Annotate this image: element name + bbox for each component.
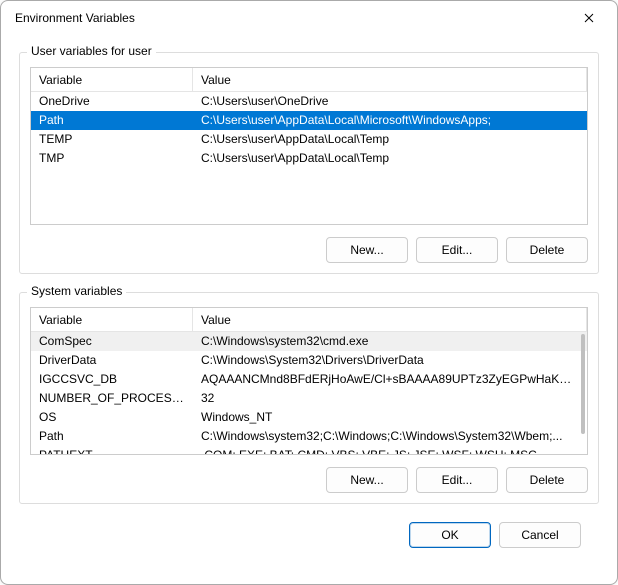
close-icon — [584, 13, 594, 23]
cell-variable: IGCCSVC_DB — [31, 370, 193, 389]
table-row[interactable]: ComSpecC:\Windows\system32\cmd.exe — [31, 332, 587, 351]
system-vars-group: System variables Variable Value ComSpecC… — [19, 292, 599, 504]
scrollbar-thumb[interactable] — [581, 334, 585, 434]
col-variable[interactable]: Variable — [31, 308, 193, 331]
table-row[interactable]: TEMPC:\Users\user\AppData\Local\Temp — [31, 130, 587, 149]
table-row[interactable]: OSWindows_NT — [31, 408, 587, 427]
cell-variable: Path — [31, 111, 193, 130]
user-vars-group: User variables for user Variable Value O… — [19, 52, 599, 274]
user-buttons: New... Edit... Delete — [30, 237, 588, 263]
table-row[interactable]: NUMBER_OF_PROCESSORS32 — [31, 389, 587, 408]
cell-variable: OS — [31, 408, 193, 427]
cell-value: AQAAANCMnd8BFdERjHoAwE/Cl+sBAAAA89UPTz3Z… — [193, 370, 587, 389]
cancel-button[interactable]: Cancel — [499, 522, 581, 548]
cell-variable: Path — [31, 427, 193, 446]
system-delete-button[interactable]: Delete — [506, 467, 588, 493]
table-row[interactable]: PathC:\Windows\system32;C:\Windows;C:\Wi… — [31, 427, 587, 446]
dialog-content: User variables for user Variable Value O… — [1, 34, 617, 584]
cell-value: C:\Windows\system32;C:\Windows;C:\Window… — [193, 427, 587, 446]
cell-variable: ComSpec — [31, 332, 193, 351]
cell-value: Windows_NT — [193, 408, 587, 427]
cell-value: C:\Windows\System32\Drivers\DriverData — [193, 351, 587, 370]
cell-variable: TEMP — [31, 130, 193, 149]
system-table-header: Variable Value — [31, 308, 587, 332]
user-new-button[interactable]: New... — [326, 237, 408, 263]
cell-value: C:\Windows\system32\cmd.exe — [193, 332, 587, 351]
user-table-body: OneDriveC:\Users\user\OneDrivePathC:\Use… — [31, 92, 587, 168]
table-row[interactable]: OneDriveC:\Users\user\OneDrive — [31, 92, 587, 111]
cell-variable: OneDrive — [31, 92, 193, 111]
col-value[interactable]: Value — [193, 68, 587, 91]
env-vars-dialog: Environment Variables User variables for… — [0, 0, 618, 585]
ok-button[interactable]: OK — [409, 522, 491, 548]
cell-value: C:\Users\user\AppData\Local\Temp — [193, 130, 587, 149]
cell-variable: TMP — [31, 149, 193, 168]
col-variable[interactable]: Variable — [31, 68, 193, 91]
titlebar: Environment Variables — [1, 1, 617, 34]
cell-value: C:\Users\user\AppData\Local\Microsoft\Wi… — [193, 111, 587, 130]
user-delete-button[interactable]: Delete — [506, 237, 588, 263]
system-table-body: ComSpecC:\Windows\system32\cmd.exeDriver… — [31, 332, 587, 455]
cell-variable: PATHEXT — [31, 446, 193, 455]
table-row[interactable]: TMPC:\Users\user\AppData\Local\Temp — [31, 149, 587, 168]
close-button[interactable] — [567, 3, 611, 33]
cell-variable: DriverData — [31, 351, 193, 370]
table-row[interactable]: PathC:\Users\user\AppData\Local\Microsof… — [31, 111, 587, 130]
system-edit-button[interactable]: Edit... — [416, 467, 498, 493]
user-edit-button[interactable]: Edit... — [416, 237, 498, 263]
system-new-button[interactable]: New... — [326, 467, 408, 493]
cell-value: 32 — [193, 389, 587, 408]
table-row[interactable]: IGCCSVC_DBAQAAANCMnd8BFdERjHoAwE/Cl+sBAA… — [31, 370, 587, 389]
user-table-header: Variable Value — [31, 68, 587, 92]
cell-value: .COM;.EXE;.BAT;.CMD;.VBS;.VBE;.JS;.JSE;.… — [193, 446, 587, 455]
user-vars-label: User variables for user — [27, 44, 156, 58]
user-vars-table[interactable]: Variable Value OneDriveC:\Users\user\One… — [30, 67, 588, 225]
cell-variable: NUMBER_OF_PROCESSORS — [31, 389, 193, 408]
table-row[interactable]: PATHEXT.COM;.EXE;.BAT;.CMD;.VBS;.VBE;.JS… — [31, 446, 587, 455]
cell-value: C:\Users\user\OneDrive — [193, 92, 587, 111]
system-vars-table[interactable]: Variable Value ComSpecC:\Windows\system3… — [30, 307, 588, 455]
system-buttons: New... Edit... Delete — [30, 467, 588, 493]
system-vars-label: System variables — [27, 284, 126, 298]
window-title: Environment Variables — [15, 11, 567, 25]
cell-value: C:\Users\user\AppData\Local\Temp — [193, 149, 587, 168]
dialog-buttons: OK Cancel — [19, 504, 599, 548]
table-row[interactable]: DriverDataC:\Windows\System32\Drivers\Dr… — [31, 351, 587, 370]
col-value[interactable]: Value — [193, 308, 587, 331]
